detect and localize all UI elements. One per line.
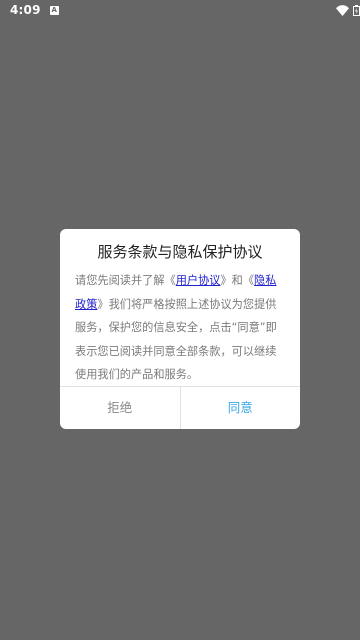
body-rest-text: 》我们将严格按照上述协议为您提供服务，保护您的信息安全，点击“同意”即表示您已阅…: [75, 297, 277, 382]
refuse-button[interactable]: 拒绝: [60, 387, 181, 429]
battery-icon: [353, 4, 360, 16]
status-bar: 4:09 A: [0, 0, 360, 20]
privacy-agreement-dialog: 服务条款与隐私保护协议 请您先阅读并了解《用户协议》和《隐私政策》我们将严格按照…: [60, 229, 300, 429]
agree-button[interactable]: 同意: [181, 387, 301, 429]
body-mid-text: 》和《: [220, 274, 255, 287]
notification-app-icon: A: [49, 5, 59, 15]
dialog-button-row: 拒绝 同意: [60, 387, 300, 429]
status-time: 4:09: [10, 3, 41, 17]
body-intro-text: 请您先阅读并了解《: [75, 274, 176, 287]
dialog-body-text: 请您先阅读并了解《用户协议》和《隐私政策》我们将严格按照上述协议为您提供服务，保…: [75, 269, 287, 387]
status-right: [336, 4, 360, 16]
status-left: 4:09 A: [10, 3, 59, 17]
wifi-icon: [336, 4, 349, 16]
dialog-title: 服务条款与隐私保护协议: [97, 243, 263, 261]
screen: 4:09 A 服务条款与隐私保护协议 请您先阅读并了解《用户协议》和《隐私政策》…: [0, 0, 360, 640]
user-agreement-link[interactable]: 用户协议: [176, 274, 221, 287]
